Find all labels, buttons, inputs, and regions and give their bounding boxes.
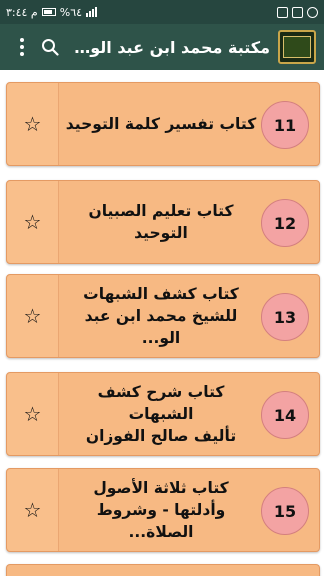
search-button[interactable]: [36, 24, 64, 70]
status-right: [277, 6, 318, 18]
star-outline-icon: ☆: [23, 498, 42, 522]
list-item[interactable]: ☆ كتاب ثلاثة الأصول وأدلتها - وشروط الصل…: [6, 468, 320, 552]
status-bar: م ٣:٤٤ %٦٤: [0, 0, 324, 24]
status-left: م ٣:٤٤ %٦٤: [6, 5, 98, 19]
notification-icon: [277, 6, 288, 18]
overflow-menu-button[interactable]: [8, 24, 36, 70]
book-title: كتاب تفسير كلمة التوحيد: [65, 115, 257, 133]
battery-icon: [41, 8, 56, 16]
book-title: كتاب شرح كشف الشبهات تأليف صالح الفوزان: [85, 383, 237, 445]
more-vertical-icon: [20, 38, 24, 56]
star-outline-icon: ☆: [23, 304, 42, 328]
list-item[interactable]: [6, 564, 320, 576]
list-item[interactable]: ☆ كتاب تعليم الصبيان التوحيد 12: [6, 180, 320, 264]
favorite-button[interactable]: ☆: [7, 83, 59, 165]
list-item[interactable]: ☆ كتاب كشف الشبهات للشيخ محمد ابن عبد ال…: [6, 274, 320, 358]
favorite-button[interactable]: ☆: [7, 469, 59, 551]
star-outline-icon: ☆: [23, 210, 42, 234]
star-outline-icon: ☆: [23, 112, 42, 136]
notification-icon: [292, 6, 303, 18]
favorite-button[interactable]: ☆: [7, 181, 59, 263]
book-number-badge: 14: [261, 391, 309, 439]
book-number-badge: 15: [261, 487, 309, 535]
list-item[interactable]: ☆ كتاب تفسير كلمة التوحيد 11: [6, 82, 320, 166]
signal-icon: [86, 7, 98, 17]
notification-icon: [307, 6, 318, 18]
star-outline-icon: ☆: [23, 402, 42, 426]
app-logo: [278, 30, 316, 64]
search-icon: [42, 39, 59, 56]
book-title: كتاب كشف الشبهات للشيخ محمد ابن عبد الو.…: [83, 285, 239, 347]
book-number-badge: 13: [261, 293, 309, 341]
list-item[interactable]: ☆ كتاب شرح كشف الشبهات تأليف صالح الفوزا…: [6, 372, 320, 456]
book-list: ☆ كتاب تفسير كلمة التوحيد 11 ☆ كتاب تعلي…: [0, 70, 324, 576]
app-title: مكتبة محمد ابن عبد الوه...: [64, 37, 270, 57]
book-title: كتاب تعليم الصبيان التوحيد: [88, 202, 234, 242]
favorite-button[interactable]: ☆: [7, 275, 59, 357]
favorite-button[interactable]: ☆: [7, 373, 59, 455]
book-title: كتاب ثلاثة الأصول وأدلتها - وشروط الصلاة…: [93, 479, 229, 541]
book-number-badge: 11: [261, 101, 309, 149]
time: م ٣:٤٤: [6, 5, 38, 19]
book-number-badge: 12: [261, 199, 309, 247]
battery-percent: %٦٤: [59, 5, 83, 19]
app-bar: مكتبة محمد ابن عبد الوه...: [0, 24, 324, 70]
